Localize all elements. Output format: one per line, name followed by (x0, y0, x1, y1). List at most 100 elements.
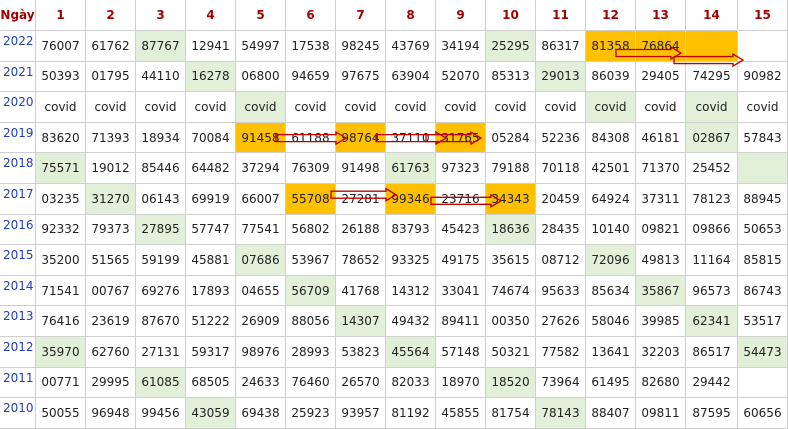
result-cell: 18636 (486, 214, 536, 246)
result-value: 14312 (391, 283, 430, 298)
result-cell: 78652 (336, 245, 386, 276)
result-cell: 46181 (636, 122, 686, 154)
result-cell: covid (336, 92, 386, 123)
result-value: 57148 (441, 344, 480, 359)
result-cell: 83620 (36, 122, 86, 154)
result-cell: 00350 (486, 306, 536, 337)
column-header-11: 11 (536, 0, 586, 31)
result-value: 81192 (391, 405, 430, 420)
result-cell: covid (386, 92, 436, 123)
result-cell: 61763 (386, 153, 436, 184)
result-value: 75571 (41, 161, 80, 176)
result-cell: 57148 (436, 337, 486, 368)
result-value: 76460 (291, 375, 330, 390)
result-cell: 28435 (536, 214, 586, 246)
result-cell: 85815 (738, 245, 788, 276)
result-cell: 85634 (586, 275, 636, 307)
result-cell: 81358 (586, 31, 636, 62)
result-value: covid (394, 99, 427, 114)
result-cell: 43769 (386, 31, 436, 62)
result-cell: 91458 (236, 122, 286, 154)
result-cell: 74674 (486, 275, 536, 307)
result-value: 90982 (743, 69, 782, 84)
result-value: 53967 (291, 252, 330, 267)
result-cell: 66007 (236, 184, 286, 215)
result-value: 52236 (541, 130, 580, 145)
result-cell: 11164 (686, 245, 738, 276)
result-cell: 02867 (686, 122, 738, 154)
result-value: 56802 (291, 222, 330, 237)
year-label-2015: 2015 (0, 245, 36, 276)
result-value: 99346 (391, 191, 430, 206)
result-value: covid (695, 99, 728, 114)
result-cell: 35200 (36, 245, 86, 276)
result-value: 70084 (191, 130, 230, 145)
result-cell: 29442 (686, 367, 738, 399)
result-value: 10140 (591, 222, 630, 237)
column-header-3: 3 (136, 0, 186, 31)
result-cell: 92332 (36, 214, 86, 246)
result-value: 29013 (541, 69, 580, 84)
result-cell: 50653 (738, 214, 788, 246)
result-value: 25923 (291, 405, 330, 420)
result-value: 86517 (692, 344, 731, 359)
result-cell: 86517 (686, 337, 738, 368)
result-cell: 53823 (336, 337, 386, 368)
result-cell: 62341 (686, 306, 738, 337)
result-value: 97675 (341, 69, 380, 84)
result-value: 45855 (441, 405, 480, 420)
result-value: 00767 (91, 283, 130, 298)
result-cell: covid (636, 92, 686, 123)
result-cell: 96948 (86, 398, 136, 429)
result-value: 09866 (692, 222, 731, 237)
result-cell: 84308 (586, 122, 636, 154)
result-value: 49432 (391, 314, 430, 329)
result-cell: 04655 (236, 275, 286, 307)
result-value: covid (644, 99, 677, 114)
year-label-2018: 2018 (0, 153, 36, 184)
result-value: 85446 (141, 161, 180, 176)
result-cell: 34343 (486, 184, 536, 215)
result-cell: 69919 (186, 184, 236, 215)
result-value: 73964 (541, 375, 580, 390)
result-value: 57843 (743, 130, 782, 145)
result-value: 45423 (441, 222, 480, 237)
result-value: covid (94, 99, 127, 114)
result-cell: 97675 (336, 61, 386, 93)
result-cell: 89411 (436, 306, 486, 337)
result-value: 82680 (641, 375, 680, 390)
result-value: 16278 (191, 69, 230, 84)
result-value: covid (294, 99, 327, 114)
column-header-1: 1 (36, 0, 86, 31)
result-cell: 18934 (136, 122, 186, 154)
result-value: 69276 (141, 283, 180, 298)
result-value: 27626 (541, 314, 580, 329)
result-value: 26188 (341, 222, 380, 237)
result-cell: 41768 (336, 275, 386, 307)
result-value: 45881 (191, 252, 230, 267)
result-cell: 79373 (86, 214, 136, 246)
result-value: 29995 (91, 375, 130, 390)
result-value: 63904 (391, 69, 430, 84)
result-value: 56709 (291, 283, 330, 298)
result-value: 85634 (591, 283, 630, 298)
result-cell: 49175 (436, 245, 486, 276)
result-value: 24633 (241, 375, 280, 390)
column-header-12: 12 (586, 0, 636, 31)
result-value: 05284 (491, 130, 530, 145)
column-header-5: 5 (236, 0, 286, 31)
result-value: 46181 (641, 130, 680, 145)
result-value: covid (444, 99, 477, 114)
result-cell: 58046 (586, 306, 636, 337)
result-value: 43059 (191, 405, 230, 420)
year-label-2013: 2013 (0, 306, 36, 337)
result-cell: 23619 (86, 306, 136, 337)
result-value: 53517 (743, 314, 782, 329)
result-cell: covid (286, 92, 336, 123)
result-cell: 50055 (36, 398, 86, 429)
result-cell: 60656 (738, 398, 788, 429)
result-value: 04655 (241, 283, 280, 298)
result-cell: covid (686, 92, 738, 123)
result-value: 19012 (91, 161, 130, 176)
result-value: 35867 (641, 283, 680, 298)
